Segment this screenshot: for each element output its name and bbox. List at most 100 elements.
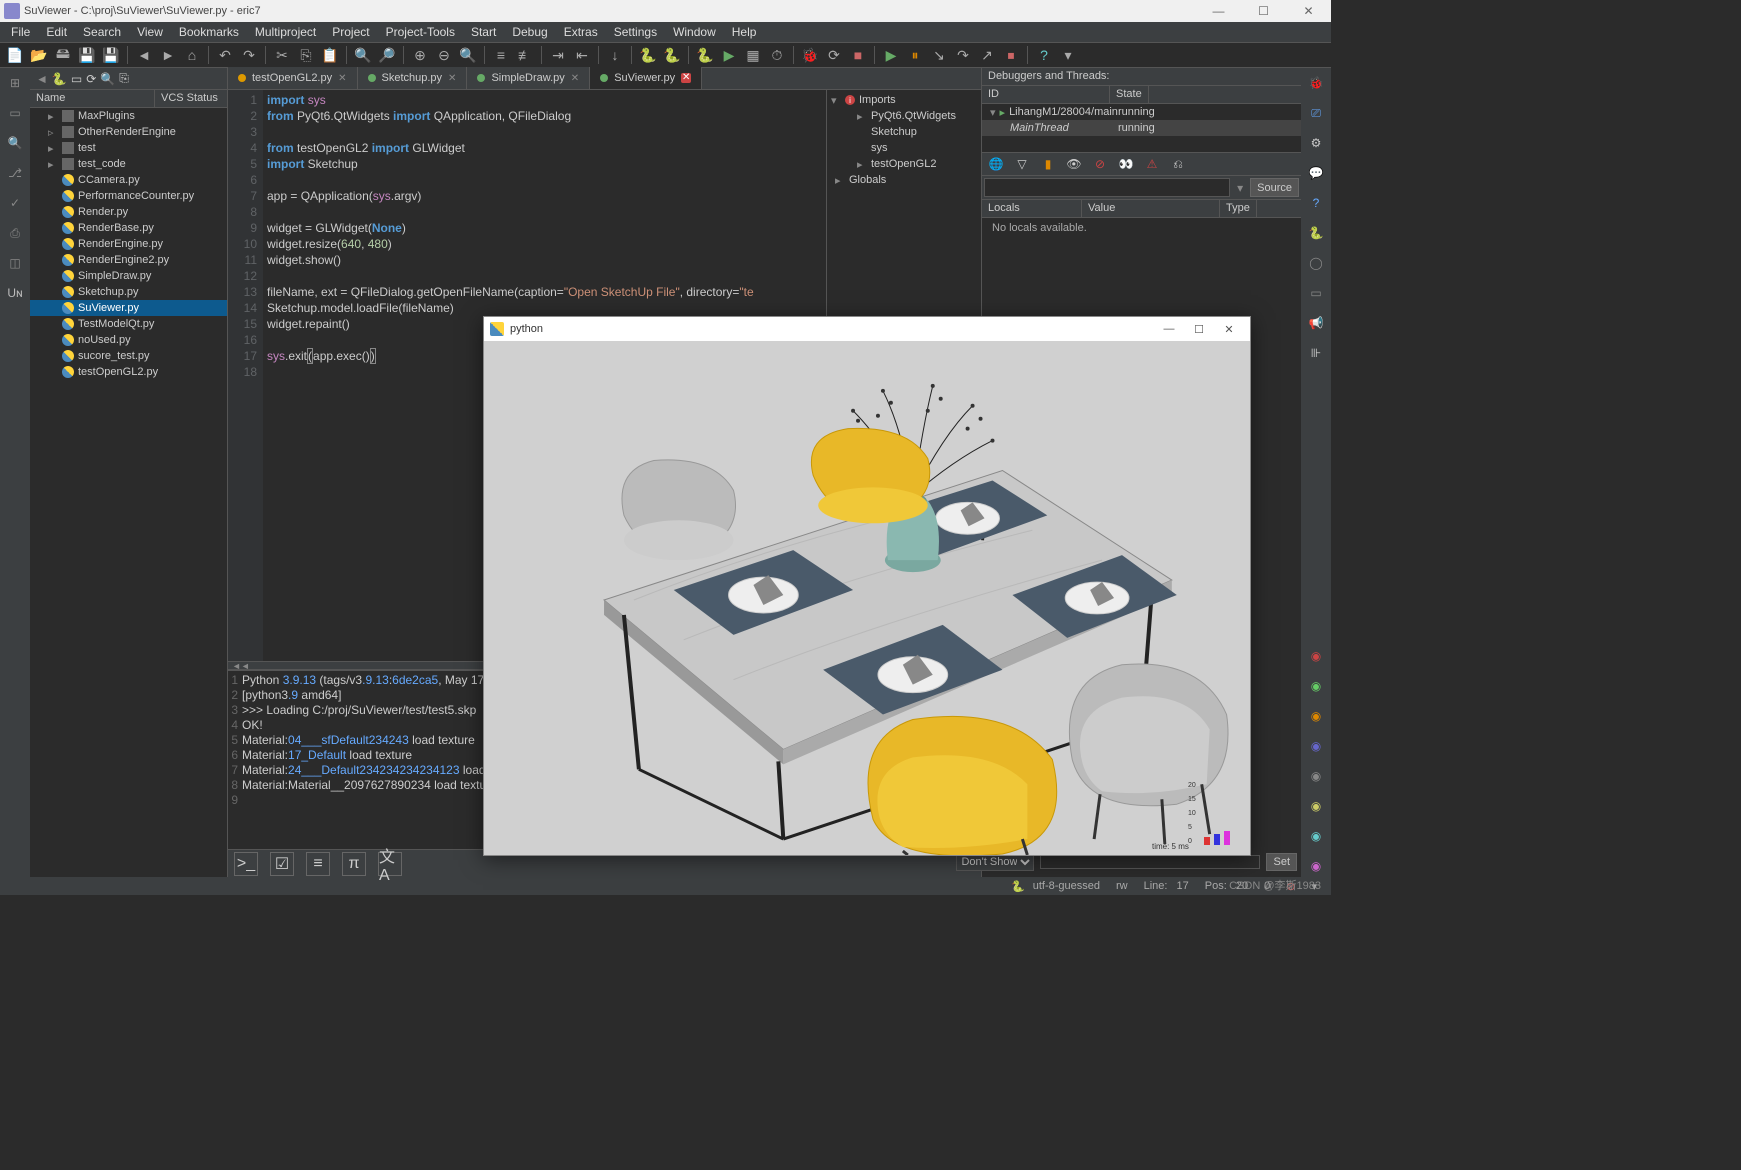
editor-tab[interactable]: Sketchup.py✕: [358, 67, 468, 89]
close-button[interactable]: ✕: [1286, 0, 1331, 22]
copy-icon[interactable]: ⎘: [295, 44, 317, 66]
tab-close-icon[interactable]: ✕: [338, 73, 346, 84]
stop2-icon[interactable]: ⏹: [1000, 44, 1022, 66]
menu-bookmarks[interactable]: Bookmarks: [172, 23, 246, 41]
disasm-icon[interactable]: ⎌: [1168, 154, 1188, 174]
forward-icon[interactable]: ►: [157, 44, 179, 66]
file-tree-item[interactable]: SuViewer.py: [30, 300, 227, 316]
globe-icon[interactable]: 🌐: [986, 154, 1006, 174]
menu-search[interactable]: Search: [76, 23, 128, 41]
tab-close-icon[interactable]: ✕: [681, 73, 691, 83]
source-button[interactable]: Source: [1250, 178, 1299, 197]
zoomout-icon[interactable]: ⊖: [433, 44, 455, 66]
stop-icon[interactable]: ■: [847, 44, 869, 66]
plugin3-icon[interactable]: ◉: [1305, 705, 1327, 727]
find-icon[interactable]: 🔍: [100, 72, 115, 86]
dedent-icon[interactable]: ⇤: [571, 44, 593, 66]
stepover-icon[interactable]: ↷: [952, 44, 974, 66]
step-icon[interactable]: ↘: [928, 44, 950, 66]
outline-item[interactable]: ▸PyQt6.QtWidgets: [827, 108, 981, 124]
watch-icon[interactable]: 👁: [1064, 154, 1084, 174]
col-name[interactable]: Name: [30, 90, 155, 107]
watchexpr-icon[interactable]: 👀: [1116, 154, 1136, 174]
thread-row[interactable]: MainThreadrunning: [982, 120, 1301, 136]
file-tree-item[interactable]: RenderEngine.py: [30, 236, 227, 252]
python-render-window[interactable]: python — ☐ ✕: [483, 316, 1251, 856]
collapse-icon[interactable]: ◄: [36, 72, 48, 86]
menu-extras[interactable]: Extras: [557, 23, 605, 41]
undo-icon[interactable]: ↶: [214, 44, 236, 66]
menu-edit[interactable]: Edit: [39, 23, 74, 41]
unicode-icon[interactable]: Uɴ: [4, 282, 26, 304]
help-icon[interactable]: ?: [1305, 192, 1327, 214]
maximize-button[interactable]: ☐: [1241, 0, 1286, 22]
disk-icon[interactable]: 🖴: [52, 44, 74, 66]
pywin-minimize[interactable]: —: [1154, 323, 1184, 335]
debugger-search-input[interactable]: [984, 178, 1230, 197]
python2-icon[interactable]: 🐍: [661, 44, 683, 66]
menu-settings[interactable]: Settings: [607, 23, 664, 41]
circle-icon[interactable]: ◯: [1305, 252, 1327, 274]
template-icon[interactable]: ⎙: [4, 222, 26, 244]
menu-help[interactable]: Help: [725, 23, 764, 41]
plugin7-icon[interactable]: ◉: [1305, 825, 1327, 847]
home-icon[interactable]: ⌂: [181, 44, 203, 66]
file-tree-item[interactable]: ▸test_code: [30, 156, 227, 172]
coop-icon[interactable]: ⚙: [1305, 132, 1327, 154]
menu-debug[interactable]: Debug: [505, 23, 554, 41]
debugger-col-state[interactable]: State: [1110, 86, 1149, 103]
file-tree-item[interactable]: SimpleDraw.py: [30, 268, 227, 284]
plugin2-icon[interactable]: ◉: [1305, 675, 1327, 697]
console-pi-icon[interactable]: π: [342, 852, 366, 876]
plugin6-icon[interactable]: ◉: [1305, 795, 1327, 817]
exception-icon[interactable]: ⚠: [1142, 154, 1162, 174]
plugin8-icon[interactable]: ◉: [1305, 855, 1327, 877]
menu-project[interactable]: Project: [325, 23, 376, 41]
pywin-maximize[interactable]: ☐: [1184, 323, 1214, 336]
editor-tab[interactable]: testOpenGL2.py✕: [228, 67, 358, 89]
chart-icon[interactable]: ⊪: [1305, 342, 1327, 364]
col-vcs[interactable]: VCS Status: [155, 90, 224, 107]
file-tree-item[interactable]: RenderEngine2.py: [30, 252, 227, 268]
profile-icon[interactable]: ⏱: [766, 44, 788, 66]
break-icon[interactable]: ⊘: [1090, 154, 1110, 174]
more-icon[interactable]: ▾: [1057, 44, 1079, 66]
new-icon[interactable]: 📄: [4, 44, 26, 66]
tab-close-icon[interactable]: ✕: [448, 73, 456, 84]
zoom-icon[interactable]: 🔍: [457, 44, 479, 66]
minimize-button[interactable]: —: [1196, 0, 1241, 22]
editor-tab[interactable]: SimpleDraw.py✕: [467, 67, 590, 89]
run-script-icon[interactable]: 🐍: [694, 44, 716, 66]
outline-item[interactable]: Sketchup: [827, 124, 981, 140]
plugin5-icon[interactable]: ◉: [1305, 765, 1327, 787]
save-icon[interactable]: 💾: [76, 44, 98, 66]
uncomment-icon[interactable]: ≢: [514, 44, 536, 66]
copypath-icon[interactable]: ⎘: [119, 71, 129, 86]
pywin-close[interactable]: ✕: [1214, 323, 1244, 336]
outline-item[interactable]: sys: [827, 140, 981, 156]
menu-project-tools[interactable]: Project-Tools: [379, 23, 462, 41]
python-sb-icon[interactable]: 🐍: [1305, 222, 1327, 244]
pause-icon[interactable]: ⏸: [904, 44, 926, 66]
menu-window[interactable]: Window: [666, 23, 723, 41]
outline-item[interactable]: ▸testOpenGL2: [827, 156, 981, 172]
filter-icon[interactable]: ▽: [1012, 154, 1032, 174]
search-icon[interactable]: 🔍: [352, 44, 374, 66]
console-prompt-icon[interactable]: >_: [234, 852, 258, 876]
bug-icon[interactable]: 🐞: [1305, 72, 1327, 94]
menu-file[interactable]: File: [4, 23, 37, 41]
outline-item[interactable]: ▾iImports: [827, 92, 981, 108]
announce-icon[interactable]: 📢: [1305, 312, 1327, 334]
console-translate-icon[interactable]: 文A: [378, 852, 402, 876]
var-icon[interactable]: ▮: [1038, 154, 1058, 174]
file-tree-item[interactable]: PerformanceCounter.py: [30, 188, 227, 204]
run-icon[interactable]: ▶: [718, 44, 740, 66]
tab-close-icon[interactable]: ✕: [571, 73, 579, 84]
irc-icon[interactable]: ▭: [1305, 282, 1327, 304]
menu-multiproject[interactable]: Multiproject: [248, 23, 323, 41]
plugin4-icon[interactable]: ◉: [1305, 735, 1327, 757]
set-button[interactable]: Set: [1266, 853, 1297, 871]
symbol-icon[interactable]: ◫: [4, 252, 26, 274]
task-icon[interactable]: ✓: [4, 192, 26, 214]
thread-row[interactable]: ▾▸LihangM1/28004/mainrunning: [982, 104, 1301, 120]
